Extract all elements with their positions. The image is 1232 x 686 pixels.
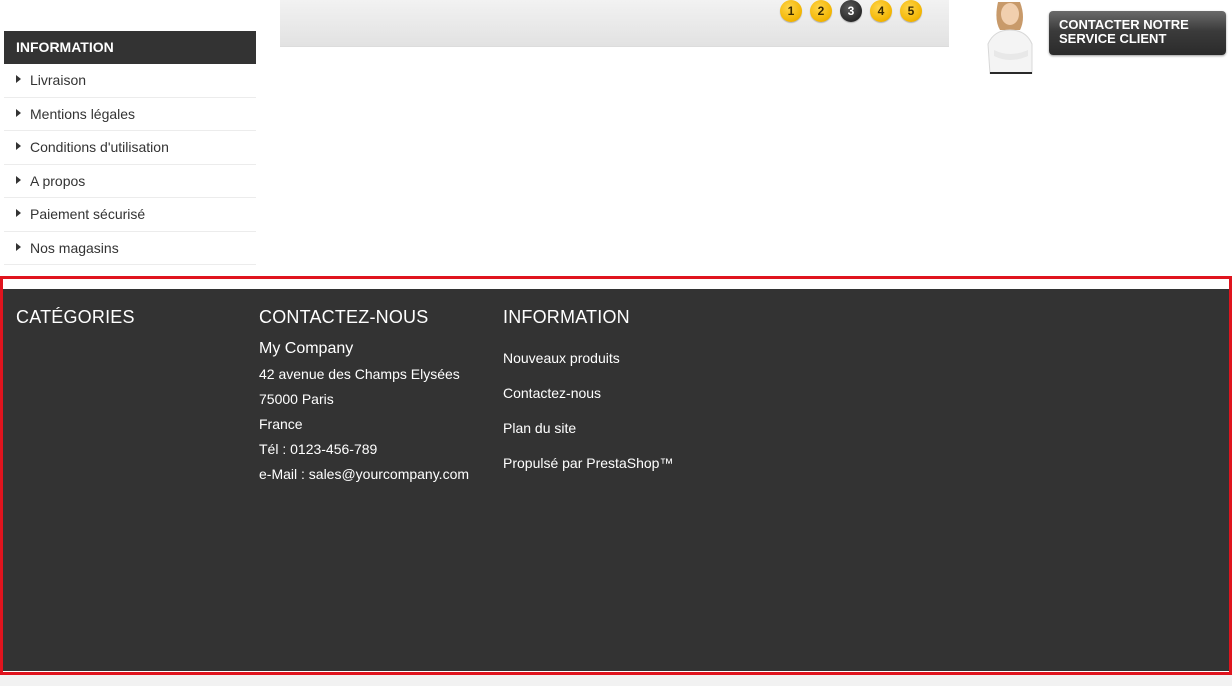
page-bottom-strip bbox=[0, 675, 1232, 686]
footer-link-prestashop[interactable]: Propulsé par PrestaShop™ bbox=[503, 446, 673, 481]
slider-page-4[interactable]: 4 bbox=[870, 0, 892, 22]
contact-country: France bbox=[259, 416, 303, 432]
caret-right-icon bbox=[16, 142, 21, 151]
footer-contact-heading: CONTACTEZ-NOUS bbox=[259, 307, 429, 327]
caret-right-icon bbox=[16, 75, 21, 84]
footer-contact-column: CONTACTEZ-NOUS My Company 42 avenue des … bbox=[259, 307, 469, 487]
footer-categories-heading: CATÉGORIES bbox=[16, 307, 135, 327]
cs-button-line1: CONTACTER NOTRE bbox=[1059, 17, 1189, 32]
sidebar-item-label: Mentions légales bbox=[30, 105, 136, 122]
cs-button-line2: SERVICE CLIENT bbox=[1059, 31, 1167, 46]
contact-company-name: My Company bbox=[259, 340, 354, 357]
footer-link-sitemap[interactable]: Plan du site bbox=[503, 411, 673, 446]
sidebar-item-a-propos[interactable]: A propos bbox=[4, 165, 256, 198]
customer-service-person-image bbox=[976, 0, 1044, 74]
slider-page-5[interactable]: 5 bbox=[900, 0, 922, 22]
sidebar-item-livraison[interactable]: Livraison bbox=[4, 64, 256, 98]
slider-page-3[interactable]: 3 bbox=[840, 0, 862, 22]
footer: CATÉGORIES CONTACTEZ-NOUS My Company 42 … bbox=[3, 289, 1229, 671]
sidebar-item-label: Nos magasins bbox=[30, 239, 119, 256]
caret-right-icon bbox=[16, 108, 21, 117]
contact-customer-service-button[interactable]: CONTACTER NOTRE SERVICE CLIENT bbox=[1049, 11, 1226, 55]
slider-page-2[interactable]: 2 bbox=[810, 0, 832, 22]
footer-link-contact[interactable]: Contactez-nous bbox=[503, 376, 673, 411]
sidebar-title: INFORMATION bbox=[4, 31, 256, 64]
contact-email[interactable]: e-Mail : sales@yourcompany.com bbox=[259, 462, 469, 487]
footer-information-links: Nouveaux produits Contactez-nous Plan du… bbox=[503, 341, 673, 481]
footer-information-column: INFORMATION Nouveaux produits Contactez-… bbox=[503, 307, 673, 481]
sidebar-item-label: Paiement sécurisé bbox=[30, 206, 146, 223]
contact-address: 42 avenue des Champs Elysées bbox=[259, 366, 460, 382]
sidebar-item-label: A propos bbox=[30, 172, 86, 189]
sidebar-item-label: Livraison bbox=[30, 72, 87, 89]
footer-categories-column: CATÉGORIES bbox=[16, 307, 135, 328]
caret-right-icon bbox=[16, 175, 21, 184]
footer-link-new-products[interactable]: Nouveaux produits bbox=[503, 341, 673, 376]
slider-page-1[interactable]: 1 bbox=[780, 0, 802, 22]
sidebar-list: Livraison Mentions légales Conditions d'… bbox=[4, 64, 256, 265]
caret-right-icon bbox=[16, 209, 21, 218]
sidebar-item-mentions-legales[interactable]: Mentions légales bbox=[4, 98, 256, 131]
sidebar-item-paiement[interactable]: Paiement sécurisé bbox=[4, 198, 256, 232]
sidebar-item-magasins[interactable]: Nos magasins bbox=[4, 232, 256, 265]
slider-pager: 1 2 3 4 5 bbox=[780, 0, 922, 22]
contact-phone: Tél : 0123-456-789 bbox=[259, 441, 378, 457]
information-sidebar-block: INFORMATION Livraison Mentions légales C… bbox=[4, 31, 256, 265]
sidebar-item-label: Conditions d'utilisation bbox=[30, 139, 169, 156]
footer-information-heading: INFORMATION bbox=[503, 307, 630, 327]
sidebar-item-conditions[interactable]: Conditions d'utilisation bbox=[4, 131, 256, 165]
caret-right-icon bbox=[16, 242, 21, 251]
contact-city: 75000 Paris bbox=[259, 391, 334, 407]
